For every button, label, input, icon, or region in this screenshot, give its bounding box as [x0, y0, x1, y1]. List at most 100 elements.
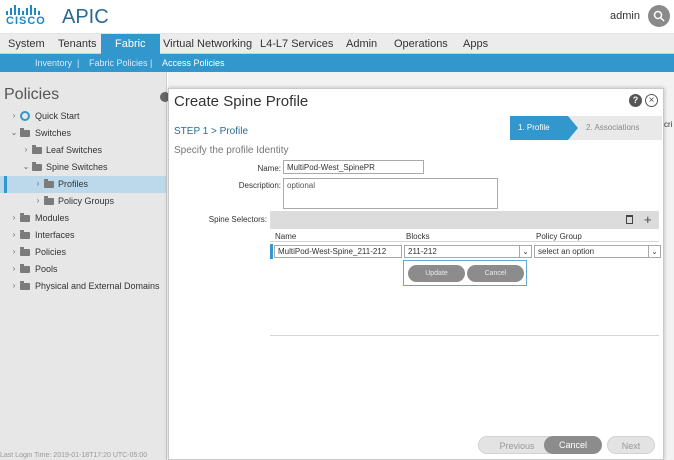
nav-operations[interactable]: Operations	[394, 34, 448, 54]
name-field[interactable]	[283, 160, 424, 174]
description-label: Description:	[238, 181, 281, 190]
tree-label: Policies	[35, 247, 67, 257]
tree-item-interfaces[interactable]: › Interfaces	[0, 227, 166, 244]
header-divider	[270, 241, 659, 242]
app-header: CISCO APIC admin	[0, 0, 674, 34]
selectors-toolbar: +	[270, 211, 659, 229]
folder-icon	[20, 264, 30, 273]
chevron-right-icon[interactable]: ›	[10, 281, 18, 290]
tree-item-leaf-switches[interactable]: › Leaf Switches	[0, 142, 166, 159]
chevron-right-icon[interactable]: ›	[10, 247, 18, 256]
tree-item-modules[interactable]: › Modules	[0, 210, 166, 227]
chevron-down-icon[interactable]: ⌄	[648, 246, 660, 257]
trash-icon[interactable]	[626, 215, 633, 224]
tree-item-policy-groups[interactable]: › Policy Groups	[0, 193, 166, 210]
folder-icon	[20, 128, 30, 137]
chevron-right-icon[interactable]: ›	[10, 230, 18, 239]
tree-label: Interfaces	[35, 230, 75, 240]
tree-item-quick-start[interactable]: › Quick Start	[0, 108, 166, 125]
next-button[interactable]: Next	[607, 436, 655, 454]
chevron-right-icon[interactable]: ›	[10, 111, 18, 120]
wizard-arrow	[568, 116, 578, 140]
tree-label: Leaf Switches	[46, 145, 103, 155]
nav-virtual-networking[interactable]: Virtual Networking	[163, 34, 252, 54]
policy-group-select[interactable]: select an option ⌄	[534, 245, 661, 258]
update-button[interactable]: Update	[408, 265, 465, 282]
column-header-blocks: Blocks	[406, 232, 430, 241]
tree-label: Physical and External Domains	[35, 281, 160, 291]
dialog-title: Create Spine Profile	[174, 93, 309, 110]
create-spine-profile-dialog: Create Spine Profile ? × STEP 1 > Profil…	[168, 88, 664, 460]
description-field[interactable]	[283, 178, 498, 209]
logo-text: CISCO	[6, 15, 46, 27]
wizard-steps: 2. Associations 1. Profile	[510, 116, 662, 140]
folder-icon	[32, 145, 42, 154]
tree-label: Quick Start	[35, 111, 80, 121]
nav-apps[interactable]: Apps	[463, 34, 488, 54]
subnav-separator: |	[77, 58, 80, 68]
popup-cancel-button[interactable]: Cancel	[467, 265, 524, 282]
wizard-step-associations[interactable]: 2. Associations	[568, 116, 662, 140]
tree-item-physical-external-domains[interactable]: › Physical and External Domains	[0, 278, 166, 295]
folder-icon	[44, 196, 54, 205]
tree-label: Pools	[35, 264, 58, 274]
plus-icon[interactable]: +	[644, 211, 652, 229]
nav-fabric[interactable]: Fabric	[101, 34, 160, 54]
panel-title: Policies	[4, 86, 60, 103]
chevron-right-icon[interactable]: ›	[34, 179, 42, 188]
chevron-right-icon[interactable]: ›	[10, 213, 18, 222]
cancel-button[interactable]: Cancel	[544, 436, 602, 454]
dialog-subtitle: Specify the profile Identity	[174, 145, 289, 156]
close-icon[interactable]: ×	[645, 94, 658, 107]
blocks-value: 211-212	[408, 247, 437, 256]
chevron-right-icon[interactable]: ›	[10, 264, 18, 273]
policy-group-placeholder: select an option	[538, 247, 595, 256]
subnav-inventory[interactable]: Inventory	[35, 54, 72, 72]
subnav-fabric-policies[interactable]: Fabric Policies	[89, 54, 148, 72]
main-nav: System Tenants Fabric Virtual Networking…	[0, 34, 674, 54]
tree-label: Policy Groups	[58, 196, 115, 206]
chevron-down-icon[interactable]: ⌄	[10, 128, 18, 137]
subnav-access-policies[interactable]: Access Policies	[162, 54, 225, 72]
chevron-down-icon[interactable]: ⌄	[22, 162, 30, 171]
folder-icon	[32, 162, 42, 171]
nav-admin[interactable]: Admin	[346, 34, 377, 54]
tree-label: Profiles	[58, 179, 89, 189]
user-menu[interactable]: admin	[610, 10, 640, 22]
tree-item-switches[interactable]: ⌄ Switches	[0, 125, 166, 142]
subnav-separator: |	[150, 58, 153, 68]
folder-icon	[20, 281, 30, 290]
last-login-status: Last Login Time: 2019-01-18T17:20 UTC-05…	[0, 452, 148, 459]
sub-nav: Inventory | Fabric Policies | Access Pol…	[0, 54, 674, 72]
tree-item-profiles[interactable]: › Profiles	[0, 176, 166, 193]
column-header-policy-group: Policy Group	[536, 232, 582, 241]
wizard-step-profile[interactable]: 1. Profile	[510, 116, 568, 140]
folder-icon	[44, 179, 54, 188]
chevron-right-icon[interactable]: ›	[22, 145, 30, 154]
tree-label: Modules	[35, 213, 70, 223]
search-icon	[653, 10, 665, 22]
search-button[interactable]	[648, 5, 670, 27]
selector-name-field[interactable]: MultiPod-West-Spine_211-212	[274, 245, 402, 258]
chevron-down-icon[interactable]: ⌄	[519, 246, 531, 257]
folder-icon	[20, 230, 30, 239]
nav-tenants[interactable]: Tenants	[58, 34, 97, 54]
help-icon[interactable]: ?	[629, 94, 642, 107]
nav-l4-l7-services[interactable]: L4-L7 Services	[260, 34, 333, 54]
blocks-field[interactable]: 211-212 ⌄	[404, 245, 532, 258]
tree-label: Switches	[35, 128, 72, 138]
column-header-name: Name	[275, 232, 297, 241]
tree-item-spine-switches[interactable]: ⌄ Spine Switches	[0, 159, 166, 176]
tree-item-pools[interactable]: › Pools	[0, 261, 166, 278]
chevron-right-icon[interactable]: ›	[34, 196, 42, 205]
nav-system[interactable]: System	[8, 34, 45, 54]
tree-item-policies[interactable]: › Policies	[0, 244, 166, 261]
folder-icon	[20, 213, 30, 222]
step-label: STEP 1 > Profile	[174, 126, 249, 137]
row-marker	[270, 244, 273, 259]
policies-panel: Policies › Quick Start ⌄ Switches › Leaf…	[0, 72, 170, 460]
blocks-popup: Update Cancel	[403, 260, 527, 286]
folder-icon	[20, 247, 30, 256]
cisco-logo: CISCO	[6, 5, 46, 29]
table-bottom-divider	[270, 335, 659, 336]
